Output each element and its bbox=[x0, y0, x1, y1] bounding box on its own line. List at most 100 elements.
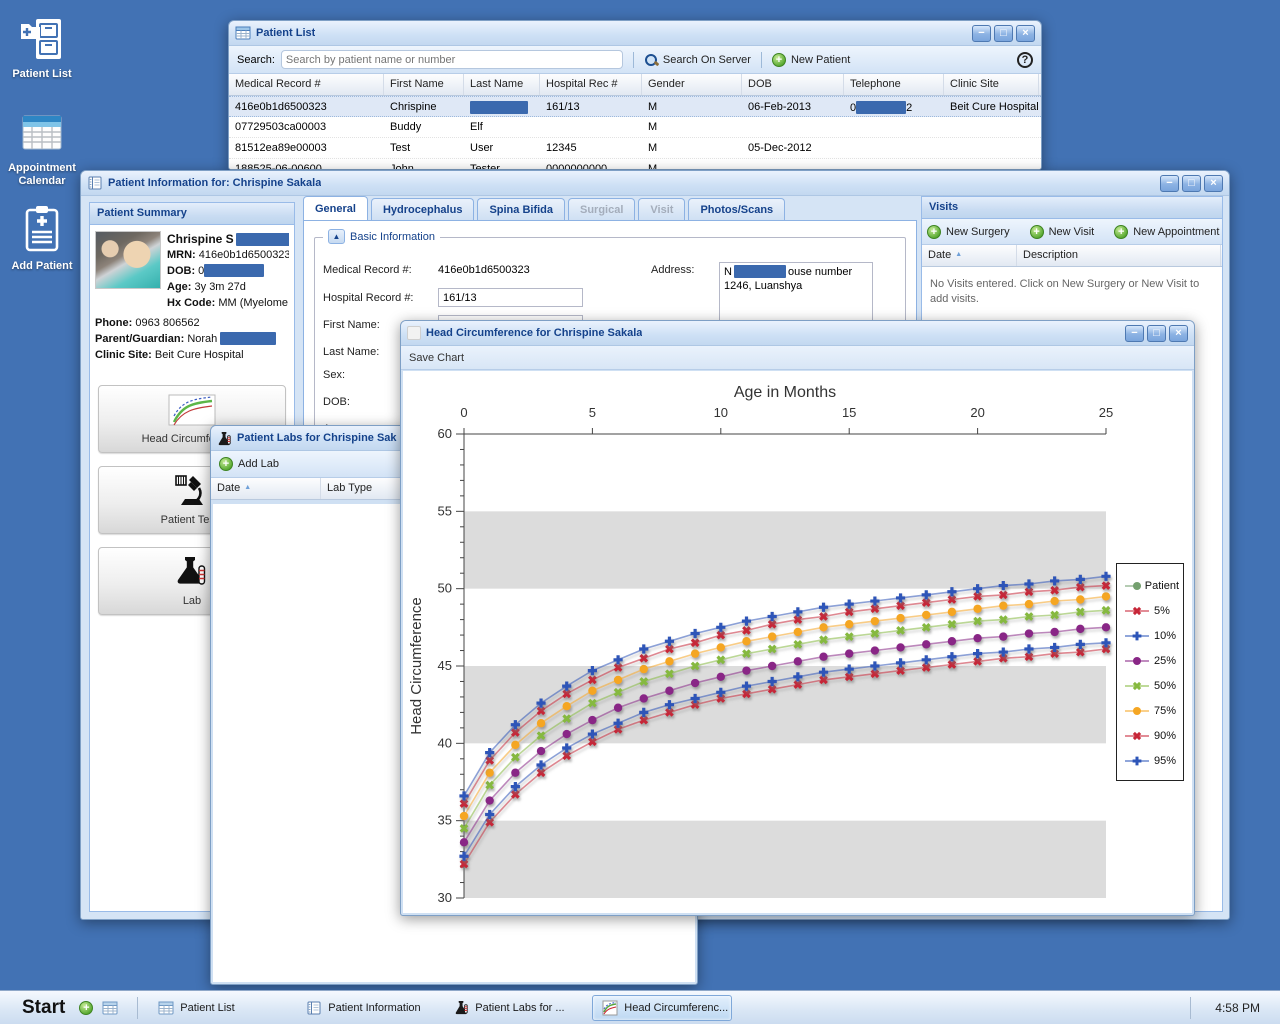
close-button[interactable]: × bbox=[1169, 325, 1188, 342]
table-cell: 0000000000 bbox=[540, 159, 642, 170]
column-header-date[interactable]: Date▲ bbox=[211, 478, 321, 499]
column-header-first-name[interactable]: First Name bbox=[384, 74, 464, 95]
help-icon[interactable]: ? bbox=[1017, 52, 1033, 68]
new-surgery-button[interactable]: +New Surgery bbox=[927, 225, 1010, 239]
taskbar-button-patient-labs-for-[interactable]: Patient Labs for ... bbox=[444, 995, 584, 1021]
summary-mrn: MRN: 416e0b1d6500323 bbox=[167, 247, 289, 263]
column-header-clinic-site[interactable]: Clinic Site bbox=[944, 74, 1039, 95]
table-cell: M bbox=[642, 117, 742, 137]
patient-info-titlebar[interactable]: Patient Information for: Chrispine Sakal… bbox=[81, 171, 1229, 196]
column-header-dob[interactable]: DOB bbox=[742, 74, 844, 95]
summary-clinic-site: Clinic Site: Beit Cure Hospital bbox=[95, 347, 289, 363]
table-cell: User bbox=[464, 138, 540, 158]
save-chart-menu-item[interactable]: Save Chart bbox=[409, 352, 464, 364]
column-header-gender[interactable]: Gender bbox=[642, 74, 742, 95]
close-button[interactable]: × bbox=[1016, 25, 1035, 42]
desktop-icon-patient-list[interactable]: Patient List bbox=[0, 16, 84, 81]
svg-text:0: 0 bbox=[460, 405, 467, 420]
collapse-button[interactable]: ▲ bbox=[328, 229, 345, 244]
new-visit-button[interactable]: +New Visit bbox=[1030, 225, 1095, 239]
svg-text:Head Circumference: Head Circumference bbox=[408, 597, 425, 735]
add-lab-button[interactable]: + Add Lab bbox=[219, 457, 279, 471]
taskbar-new-patient-icon[interactable]: + bbox=[79, 1001, 93, 1015]
summary-age: Age: 3y 3m 27d bbox=[167, 279, 289, 295]
taskbar: Start + Patient List Patient Information P… bbox=[0, 990, 1280, 1024]
patient-photo bbox=[95, 231, 161, 289]
desktop-icon-appointment-calendar[interactable]: Appointment Calendar bbox=[0, 110, 84, 188]
table-cell bbox=[944, 159, 1039, 170]
table-row[interactable]: 188525-06-00600JohnTester0000000000M bbox=[229, 159, 1041, 170]
summary-guardian: Parent/Guardian: Norah bbox=[95, 331, 289, 347]
svg-text:15: 15 bbox=[842, 405, 856, 420]
tab-general[interactable]: General bbox=[303, 196, 368, 220]
svg-text:Age in Months: Age in Months bbox=[734, 384, 836, 401]
desktop-icon-add-patient[interactable]: Add Patient bbox=[0, 204, 84, 273]
table-cell: 416e0b1d6500323 bbox=[229, 97, 384, 116]
tab-photos-scans[interactable]: Photos/Scans bbox=[688, 198, 785, 220]
taskbar-patient-list-icon[interactable] bbox=[101, 1000, 119, 1016]
legend-item-25pct: 25% bbox=[1124, 648, 1179, 673]
redacted-text bbox=[856, 101, 906, 114]
table-cell: M bbox=[642, 97, 742, 116]
minimize-button[interactable]: − bbox=[1125, 325, 1144, 342]
redacted-text bbox=[204, 264, 264, 277]
legend-item-5pct: 5% bbox=[1124, 598, 1179, 623]
address-textarea[interactable]: Nouse number 1246, Luanshya bbox=[719, 262, 873, 322]
table-cell: Elf bbox=[464, 117, 540, 137]
flask-icon bbox=[454, 1000, 469, 1015]
table-row[interactable]: 07729503ca00003BuddyElfM bbox=[229, 117, 1041, 138]
close-button[interactable]: × bbox=[1204, 175, 1223, 192]
table-row[interactable]: 416e0b1d6500323Chrispine161/13M06-Feb-20… bbox=[229, 96, 1041, 117]
medical-record-label: Medical Record #: bbox=[323, 264, 438, 276]
svg-text:40: 40 bbox=[438, 735, 452, 750]
new-appointment-button[interactable]: +New Appointment bbox=[1114, 225, 1219, 239]
minimize-button[interactable]: − bbox=[972, 25, 991, 42]
growthchart-icon bbox=[99, 392, 285, 428]
taskbar-button-head-circumferenc-[interactable]: Head Circumferenc... bbox=[592, 995, 732, 1021]
maximize-button[interactable]: □ bbox=[1182, 175, 1201, 192]
maximize-button[interactable]: □ bbox=[1147, 325, 1166, 342]
table-cell: Chrispine bbox=[384, 97, 464, 116]
column-header-telephone[interactable]: Telephone bbox=[844, 74, 944, 95]
column-header-date[interactable]: Date▲ bbox=[922, 245, 1017, 266]
patient-list-window: Patient List − □ × Search: Search On Ser… bbox=[228, 20, 1042, 170]
new-patient-button[interactable]: + New Patient bbox=[772, 53, 850, 67]
patient-info-tabs: GeneralHydrocephalusSpina BifidaSurgical… bbox=[303, 196, 788, 220]
table-cell: 188525-06-00600 bbox=[229, 159, 384, 170]
column-header-hospital-rec-[interactable]: Hospital Rec # bbox=[540, 74, 642, 95]
appointment-calendar-icon bbox=[19, 110, 65, 156]
table-cell bbox=[742, 117, 844, 137]
hospital-record-input[interactable] bbox=[438, 288, 583, 307]
column-header-description[interactable]: Description bbox=[1017, 245, 1221, 266]
add-icon: + bbox=[219, 457, 233, 471]
window-title: Patient Labs for Chrispine Sak bbox=[237, 432, 397, 444]
patient-list-titlebar[interactable]: Patient List − □ × bbox=[229, 21, 1041, 46]
chart-titlebar[interactable]: Head Circumference for Chrispine Sakala … bbox=[401, 321, 1194, 346]
legend-item-10pct: 10% bbox=[1124, 623, 1179, 648]
search-on-server-button[interactable]: Search On Server bbox=[644, 53, 751, 67]
table-cell: 06-Feb-2013 bbox=[742, 97, 844, 116]
table-cell: Tester bbox=[464, 159, 540, 170]
patient-list-toolbar: Search: Search On Server + New Patient ? bbox=[229, 46, 1041, 74]
search-input[interactable] bbox=[281, 50, 623, 69]
minimize-button[interactable]: − bbox=[1160, 175, 1179, 192]
hospital-record-label: Hospital Record #: bbox=[323, 292, 438, 304]
chart-area: 0510152025Age in Months30354045505560Hea… bbox=[403, 371, 1192, 913]
column-header-medical-record-[interactable]: Medical Record # bbox=[229, 74, 384, 95]
svg-text:25: 25 bbox=[1099, 405, 1113, 420]
column-header-last-name[interactable]: Last Name bbox=[464, 74, 540, 95]
desktop-icon-label: Appointment Calendar bbox=[0, 162, 84, 188]
add-icon: + bbox=[1114, 225, 1128, 239]
tab-hydrocephalus[interactable]: Hydrocephalus bbox=[371, 198, 474, 220]
add-icon: + bbox=[772, 53, 786, 67]
maximize-button[interactable]: □ bbox=[994, 25, 1013, 42]
svg-text:35: 35 bbox=[438, 813, 452, 828]
redacted-text bbox=[220, 332, 276, 345]
tab-spina-bifida[interactable]: Spina Bifida bbox=[477, 198, 565, 220]
table-row[interactable]: 81512ea89e00003TestUser12345M05-Dec-2012 bbox=[229, 138, 1041, 159]
table-cell: 12345 bbox=[540, 138, 642, 158]
taskbar-button-patient-information[interactable]: Patient Information bbox=[296, 995, 436, 1021]
tab-visit: Visit bbox=[638, 198, 685, 220]
start-button[interactable]: Start bbox=[22, 997, 65, 1019]
taskbar-button-patient-list[interactable]: Patient List bbox=[148, 995, 288, 1021]
